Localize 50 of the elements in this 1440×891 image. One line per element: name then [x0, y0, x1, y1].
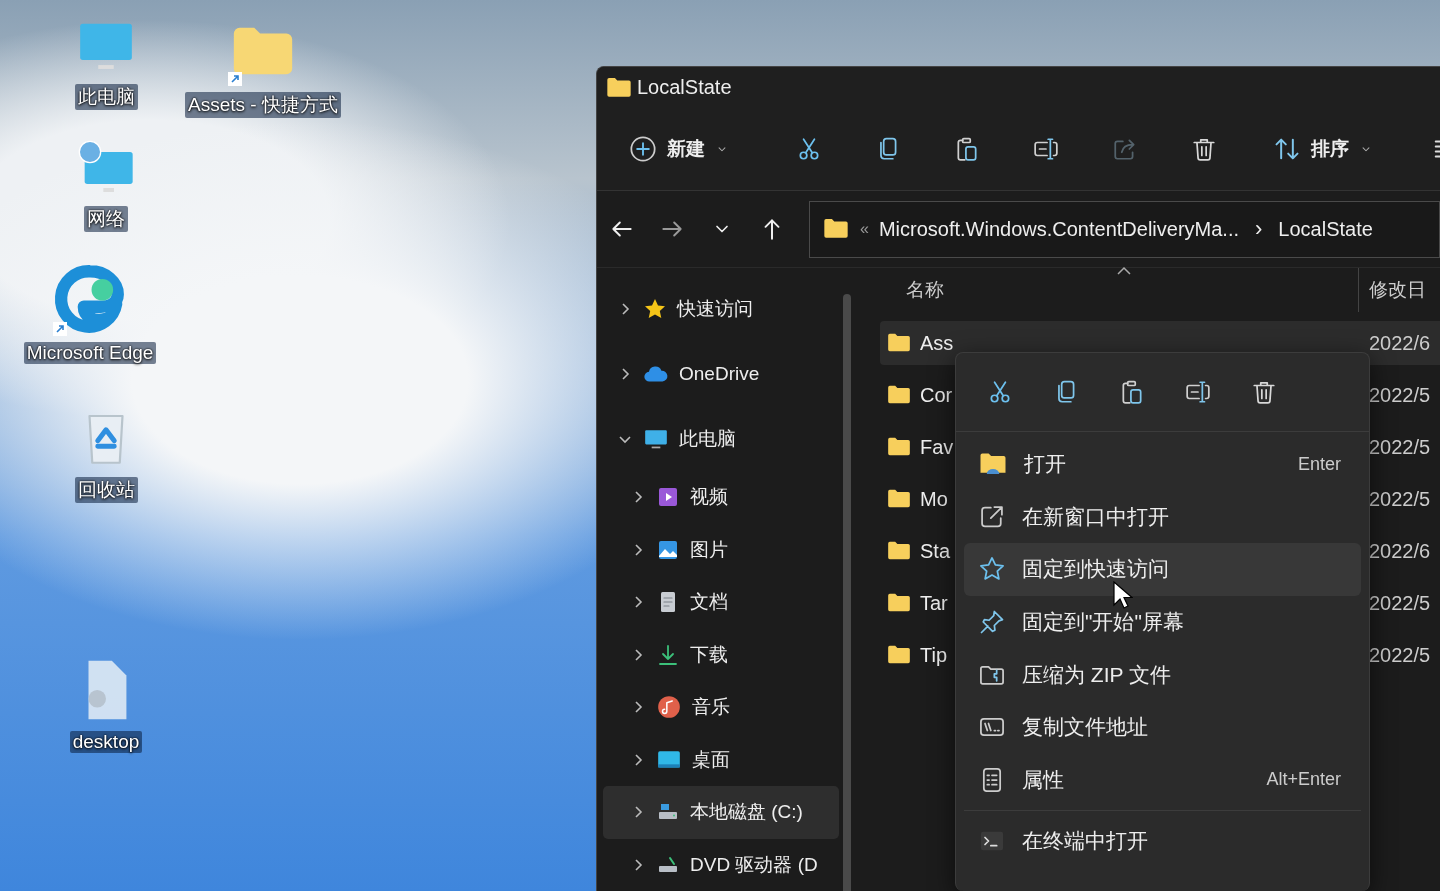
breadcrumb-separator: ›: [1254, 216, 1264, 243]
sidebar-item[interactable]: 视频: [603, 471, 839, 524]
menu-item[interactable]: 打开 Enter: [964, 438, 1361, 491]
sidebar-item[interactable]: 文档: [603, 576, 839, 629]
file-row[interactable]: Sta: [880, 529, 955, 573]
sort-button[interactable]: 排序: [1267, 125, 1379, 174]
date-cell-text: 2022/5: [1368, 487, 1431, 511]
file-row[interactable]: Fav: [880, 425, 955, 469]
menu-item[interactable]: 固定到"开始"屏幕: [964, 595, 1361, 649]
date-cell-text: 2022/5: [1368, 591, 1431, 615]
date-cell-text: 2022/5: [1368, 435, 1431, 459]
date-cell-text: 2022/5: [1368, 643, 1431, 667]
date-cell-text: 2022/6: [1368, 331, 1431, 355]
sidebar-item[interactable]: 桌面: [603, 733, 839, 786]
sidebar-item[interactable]: 图片: [603, 523, 839, 576]
desktop-icon-label[interactable]: Microsoft Edge: [23, 342, 157, 364]
menu-item[interactable]: 在终端中打开: [964, 815, 1361, 868]
sidebar-item[interactable]: 快速访问: [603, 276, 839, 341]
menu-item[interactable]: 压缩为 ZIP 文件: [964, 648, 1361, 701]
file-row[interactable]: Tip: [880, 633, 955, 677]
new-button[interactable]: 新建: [623, 125, 735, 174]
breadcrumb-item[interactable]: LocalState: [1278, 217, 1373, 241]
breadcrumb-item[interactable]: Microsoft.Windows.ContentDeliveryMa...: [878, 217, 1239, 241]
shortcut-hint: Enter: [1297, 453, 1341, 475]
file-row[interactable]: Mo: [880, 477, 955, 521]
desktop-icon-label[interactable]: desktop: [69, 731, 143, 753]
shortcut-hint: Alt+Enter: [1266, 769, 1341, 791]
menu-item[interactable]: 属性 Alt+Enter: [964, 753, 1361, 807]
date-cell-text: 2022/6: [1368, 539, 1431, 563]
sidebar-item[interactable]: 本地磁盘 (C:): [603, 786, 839, 839]
desktop-icon-label[interactable]: 回收站: [74, 477, 138, 503]
sidebar-item[interactable]: 下载: [603, 628, 839, 681]
menu-item[interactable]: 固定到快速访问: [964, 543, 1361, 596]
window-title: LocalState: [637, 76, 732, 100]
address-bar[interactable]: « Microsoft.Windows.ContentDeliveryMa... › LocalState: [809, 200, 1440, 258]
sidebar-item[interactable]: 此电脑: [603, 406, 839, 471]
desktop-icon-label[interactable]: 此电脑: [74, 84, 138, 110]
sidebar-item[interactable]: DVD 驱动器 (D: [603, 838, 839, 891]
menu-item[interactable]: 在新窗口中打开: [964, 490, 1361, 544]
column-header[interactable]: 名称: [880, 277, 1358, 303]
file-row[interactable]: Cor: [880, 373, 955, 417]
overflow-chevrons[interactable]: «: [860, 220, 869, 239]
file-row[interactable]: Tar: [880, 581, 955, 625]
menu-item[interactable]: 复制文件地址: [964, 700, 1361, 754]
desktop-icon-label[interactable]: 网络: [84, 206, 128, 232]
sidebar-item[interactable]: OneDrive: [603, 341, 839, 406]
sidebar-item[interactable]: 音乐: [603, 681, 839, 734]
desktop-icon-label[interactable]: Assets - 快捷方式: [185, 92, 341, 118]
date-cell-text: 2022/5: [1368, 383, 1431, 407]
column-header[interactable]: 修改日: [1369, 277, 1426, 303]
